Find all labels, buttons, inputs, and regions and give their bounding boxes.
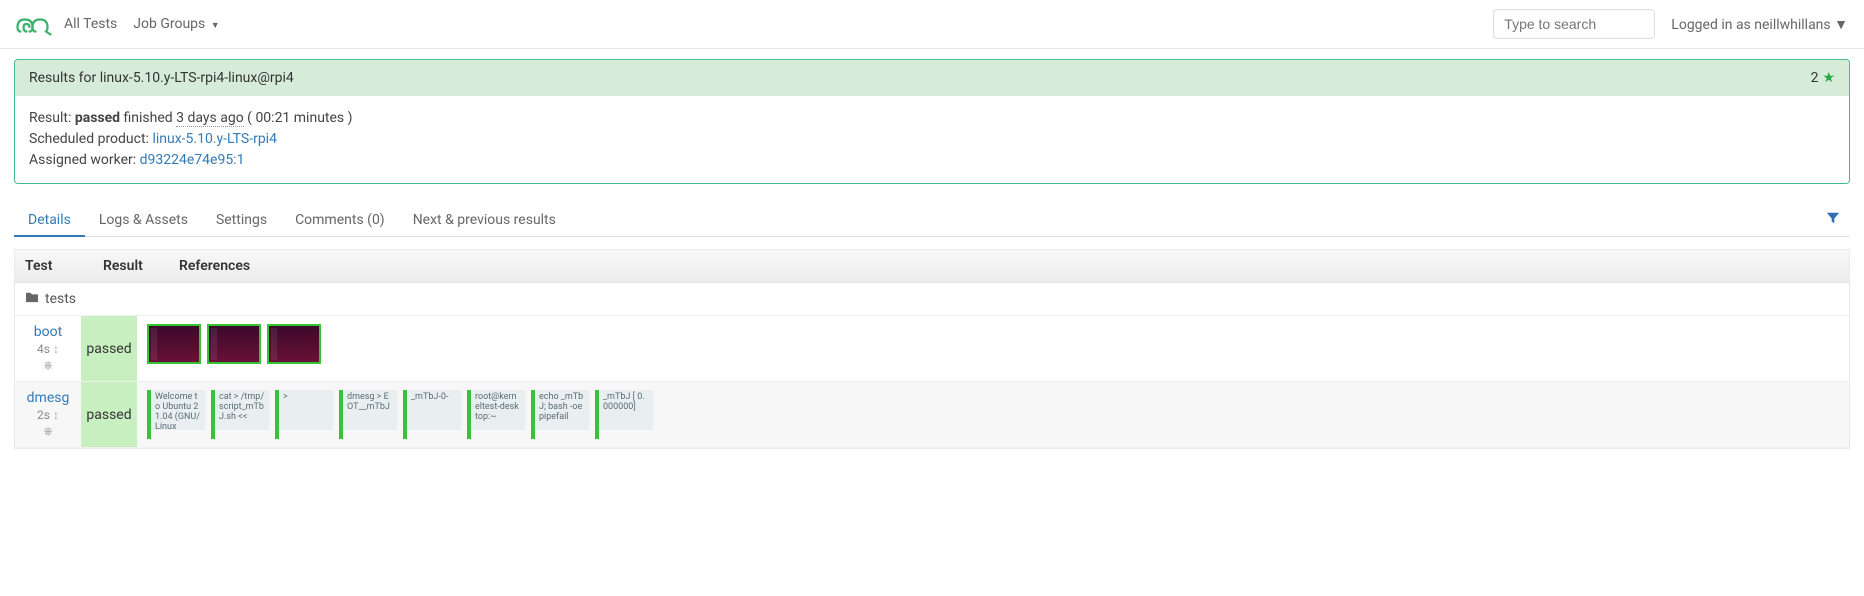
assigned-label: Assigned worker: xyxy=(29,152,140,168)
result-value: passed xyxy=(75,110,120,126)
cell-test: boot 4s ↕ ⎈ xyxy=(15,316,81,381)
scheduled-product-link[interactable]: linux-5.10.y-LTS-rpi4 xyxy=(152,131,277,147)
logo[interactable] xyxy=(16,11,52,37)
snippet-body: _mTbJ-0- xyxy=(407,390,461,430)
nav-job-groups[interactable]: Job Groups ▼ xyxy=(133,16,219,32)
text-snippet[interactable]: > xyxy=(275,390,333,439)
text-snippet[interactable]: echo _mTbJ; bash -oe pipefail xyxy=(531,390,589,439)
duration: ( 00:21 minutes ) xyxy=(244,110,353,126)
star-count: 2 xyxy=(1811,70,1819,86)
tab-settings[interactable]: Settings xyxy=(202,204,281,236)
col-test: Test xyxy=(15,250,93,282)
link-icon[interactable]: ↕ xyxy=(53,342,59,356)
test-name-link[interactable]: boot xyxy=(34,324,62,340)
star-icon[interactable]: ★ xyxy=(1822,70,1835,86)
screenshot-thumbnail[interactable] xyxy=(207,324,261,364)
scheduled-line: Scheduled product: linux-5.10.y-LTS-rpi4 xyxy=(29,129,1835,150)
col-result: Result xyxy=(93,250,169,282)
tab-next-previous[interactable]: Next & previous results xyxy=(399,204,570,236)
assigned-worker-link[interactable]: d93224e74e95:1 xyxy=(140,152,245,168)
filter-button[interactable] xyxy=(1816,205,1850,235)
screenshot-thumbnail[interactable] xyxy=(147,324,201,364)
caret-down-icon: ▼ xyxy=(1834,17,1848,33)
text-snippet[interactable]: _mTbJ [ 0.000000] xyxy=(595,390,653,439)
table-row: boot 4s ↕ ⎈ passed xyxy=(15,316,1849,382)
cell-test: dmesg 2s ↕ ⎈ xyxy=(15,382,81,447)
tabs: Details Logs & Assets Settings Comments … xyxy=(14,204,1850,237)
search-input[interactable] xyxy=(1493,9,1655,39)
openqa-logo-icon xyxy=(16,11,52,37)
folder-label: tests xyxy=(45,291,76,307)
snippet-body: _mTbJ [ 0.000000] xyxy=(599,390,653,430)
anchor-icon[interactable]: ⎈ xyxy=(19,358,77,373)
tab-logs-assets[interactable]: Logs & Assets xyxy=(85,204,202,236)
text-snippet[interactable]: root@kerneltest-desktop:~ xyxy=(467,390,525,439)
result-title: Results for linux-5.10.y-LTS-rpi4-linux@… xyxy=(29,70,294,86)
result-label: Result: xyxy=(29,110,75,126)
nav-links: All Tests Job Groups ▼ xyxy=(64,16,220,32)
snippet-body: root@kerneltest-desktop:~ xyxy=(471,390,525,430)
snippet-body: > xyxy=(279,390,333,430)
snippet-body: echo _mTbJ; bash -oe pipefail xyxy=(535,390,589,430)
nav-all-tests[interactable]: All Tests xyxy=(64,16,117,32)
filter-icon xyxy=(1826,211,1840,225)
nav-right: Logged in as neillwhillans ▼ xyxy=(1493,9,1848,39)
cell-result: passed xyxy=(81,316,137,381)
text-snippet[interactable]: cat > /tmp/script_mTbJ.sh << xyxy=(211,390,269,439)
test-time: 4s ↕ xyxy=(19,342,77,356)
col-references: References xyxy=(169,250,1849,282)
scheduled-label: Scheduled product: xyxy=(29,131,152,147)
details-table: Test Result References tests boot 4s ↕ ⎈… xyxy=(14,249,1850,449)
navbar: All Tests Job Groups ▼ Logged in as neil… xyxy=(0,0,1864,49)
tab-comments[interactable]: Comments (0) xyxy=(281,204,399,236)
caret-down-icon: ▼ xyxy=(211,21,220,31)
snippet-body: Welcome to Ubuntu 21.04 (GNU/Linux xyxy=(151,390,205,430)
snippet-body: dmesg > EOT__mTbJ xyxy=(343,390,397,430)
result-panel: Results for linux-5.10.y-LTS-rpi4-linux@… xyxy=(14,59,1850,184)
nav-job-groups-label: Job Groups xyxy=(133,16,205,32)
text-snippet[interactable]: _mTbJ-0- xyxy=(403,390,461,439)
link-icon[interactable]: ↕ xyxy=(53,408,59,422)
anchor-icon[interactable]: ⎈ xyxy=(19,424,77,439)
finished-ago: 3 days ago xyxy=(176,110,244,127)
table-header: Test Result References xyxy=(15,250,1849,283)
result-line: Result: passed finished 3 days ago ( 00:… xyxy=(29,108,1835,129)
test-name-link[interactable]: dmesg xyxy=(27,390,70,406)
tab-details[interactable]: Details xyxy=(14,204,85,237)
test-time: 2s ↕ xyxy=(19,408,77,422)
cell-references: Welcome to Ubuntu 21.04 (GNU/Linux cat >… xyxy=(137,382,1849,447)
page: Results for linux-5.10.y-LTS-rpi4-linux@… xyxy=(0,49,1864,459)
user-menu[interactable]: Logged in as neillwhillans ▼ xyxy=(1671,16,1848,33)
text-snippet[interactable]: dmesg > EOT__mTbJ xyxy=(339,390,397,439)
result-header-right: 2 ★ xyxy=(1811,70,1835,86)
result-panel-body: Result: passed finished 3 days ago ( 00:… xyxy=(15,96,1849,183)
folder-row[interactable]: tests xyxy=(15,283,1849,316)
text-snippet[interactable]: Welcome to Ubuntu 21.04 (GNU/Linux xyxy=(147,390,205,439)
cell-result: passed xyxy=(81,382,137,447)
folder-icon xyxy=(25,291,39,307)
finished-word: finished xyxy=(120,110,176,126)
result-panel-header: Results for linux-5.10.y-LTS-rpi4-linux@… xyxy=(15,60,1849,96)
table-row: dmesg 2s ↕ ⎈ passed Welcome to Ubuntu 21… xyxy=(15,382,1849,448)
snippet-body: cat > /tmp/script_mTbJ.sh << xyxy=(215,390,269,430)
screenshot-thumbnail[interactable] xyxy=(267,324,321,364)
user-menu-label: Logged in as neillwhillans xyxy=(1671,17,1830,33)
assigned-line: Assigned worker: d93224e74e95:1 xyxy=(29,150,1835,171)
cell-references xyxy=(137,316,1849,381)
